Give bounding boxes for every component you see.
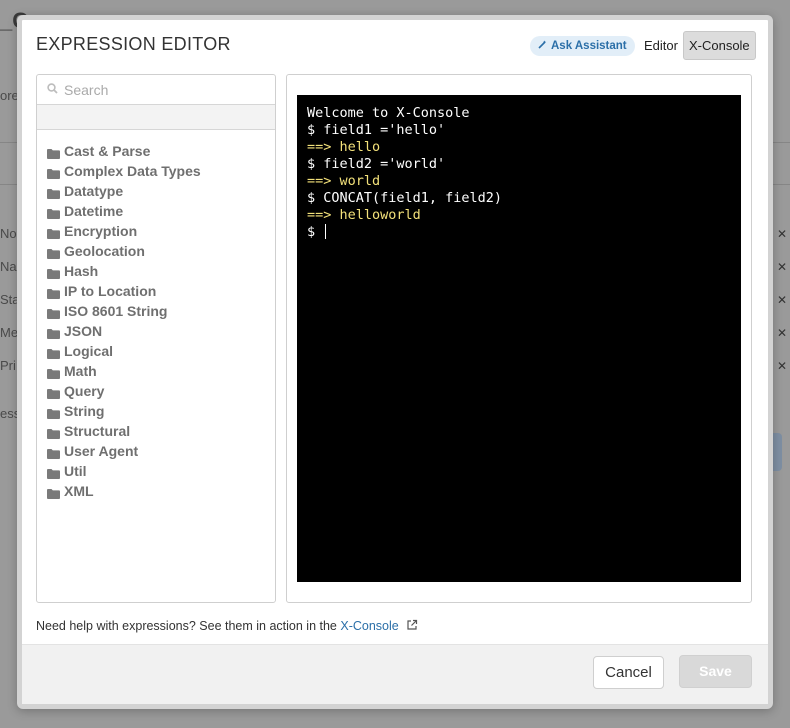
category-label: Datatype — [64, 183, 124, 199]
folder-icon — [47, 246, 60, 259]
x-console-terminal[interactable]: Welcome to X-Console $ field1 ='hello' ==>… — [297, 95, 741, 582]
folder-icon — [47, 386, 60, 399]
category-label: JSON — [64, 323, 103, 339]
tab-editor[interactable]: Editor — [639, 31, 683, 60]
background-label: No — [0, 226, 17, 241]
modal-title: EXPRESSION EDITOR — [36, 34, 231, 54]
console-command-line: $ field2 ='world' — [307, 156, 446, 172]
folder-icon — [47, 466, 60, 479]
close-icon: ✕ — [776, 227, 787, 241]
category-item[interactable]: Logical — [47, 341, 201, 361]
category-label: User Agent — [64, 443, 139, 459]
folder-icon — [47, 146, 60, 159]
folder-icon — [47, 266, 60, 279]
category-item[interactable]: String — [47, 401, 201, 421]
console-output-line: ==> hello — [307, 139, 381, 155]
ask-assistant-label: Ask Assistant — [551, 40, 627, 52]
folder-icon — [47, 286, 60, 299]
category-item[interactable]: Hash — [47, 261, 201, 281]
category-item[interactable]: Encryption — [47, 221, 201, 241]
cancel-button[interactable]: Cancel — [593, 656, 664, 689]
category-label: Encryption — [64, 223, 138, 239]
category-item[interactable]: Datetime — [47, 201, 201, 221]
folder-icon — [47, 186, 60, 199]
folder-icon — [47, 166, 60, 179]
category-label: XML — [64, 483, 94, 499]
external-link-icon[interactable] — [406, 619, 418, 634]
category-item[interactable]: Query — [47, 381, 201, 401]
category-label: Math — [64, 363, 97, 379]
ask-assistant-button[interactable]: Ask Assistant — [530, 36, 635, 56]
wand-icon — [538, 36, 547, 56]
folder-icon — [47, 426, 60, 439]
text-cursor — [325, 224, 327, 239]
category-item[interactable]: ISO 8601 String — [47, 301, 201, 321]
folder-icon — [47, 366, 60, 379]
folder-icon — [47, 226, 60, 239]
modal-footer: Cancel Save — [22, 644, 768, 704]
category-item[interactable]: Complex Data Types — [47, 161, 201, 181]
close-icon: ✕ — [776, 293, 787, 307]
folder-icon — [47, 446, 60, 459]
function-browser: Cast & Parse Complex Data Types Datatype Da… — [36, 74, 276, 603]
background-label: Pri — [0, 358, 16, 373]
category-label: IP to Location — [64, 283, 157, 299]
console-panel: Welcome to X-Console $ field1 ='hello' ==>… — [286, 74, 752, 603]
category-item[interactable]: Datatype — [47, 181, 201, 201]
search-input[interactable] — [64, 81, 254, 98]
category-item[interactable]: Util — [47, 461, 201, 481]
category-label: Structural — [64, 423, 131, 439]
category-item[interactable]: XML — [47, 481, 201, 501]
folder-icon — [47, 346, 60, 359]
category-label: String — [64, 403, 105, 419]
filter-strip — [37, 105, 275, 130]
category-label: Hash — [64, 263, 99, 279]
category-label: Util — [64, 463, 87, 479]
close-icon: ✕ — [776, 326, 787, 340]
console-command-line: $ CONCAT(field1, field2) — [307, 190, 503, 206]
x-console-link[interactable]: X-Console — [340, 619, 398, 633]
category-item[interactable]: Geolocation — [47, 241, 201, 261]
category-label: Query — [64, 383, 105, 399]
background-label: ore — [0, 88, 19, 103]
background-label: Me — [0, 325, 19, 340]
folder-icon — [47, 306, 60, 319]
console-output-line: ==> world — [307, 173, 381, 189]
category-item[interactable]: Cast & Parse — [47, 141, 201, 161]
console-prompt: $ — [307, 224, 316, 240]
close-icon: ✕ — [776, 260, 787, 274]
console-output-line: ==> helloworld — [307, 207, 421, 223]
console-command-line: $ field1 ='hello' — [307, 122, 446, 138]
background-label: Na — [0, 259, 17, 274]
view-toggle: Editor X-Console — [639, 31, 756, 60]
category-item[interactable]: JSON — [47, 321, 201, 341]
folder-icon — [47, 326, 60, 339]
folder-icon — [47, 486, 60, 499]
console-prompt-line[interactable]: $ — [307, 224, 731, 241]
folder-icon — [47, 206, 60, 219]
category-label: Complex Data Types — [64, 163, 201, 179]
category-label: ISO 8601 String — [64, 303, 168, 319]
console-command-line: Welcome to X-Console — [307, 105, 470, 121]
category-label: Logical — [64, 343, 114, 359]
category-item[interactable]: IP to Location — [47, 281, 201, 301]
category-label: Geolocation — [64, 243, 145, 259]
close-icon: ✕ — [776, 359, 787, 373]
save-button[interactable]: Save — [679, 655, 752, 688]
help-text-label: Need help with expressions? See them in … — [36, 619, 337, 633]
expression-editor-modal: EXPRESSION EDITOR Ask Assistant Editor X… — [17, 15, 773, 709]
tab-x-console[interactable]: X-Console — [682, 31, 756, 60]
category-item[interactable]: User Agent — [47, 441, 201, 461]
category-item[interactable]: Structural — [47, 421, 201, 441]
search-bar — [37, 75, 275, 105]
category-label: Datetime — [64, 203, 124, 219]
search-icon — [47, 81, 58, 99]
help-text: Need help with expressions? See them in … — [36, 619, 418, 634]
folder-icon — [47, 406, 60, 419]
category-item[interactable]: Math — [47, 361, 201, 381]
category-label: Cast & Parse — [64, 143, 151, 159]
category-list: Cast & Parse Complex Data Types Datatype Da… — [47, 141, 201, 501]
